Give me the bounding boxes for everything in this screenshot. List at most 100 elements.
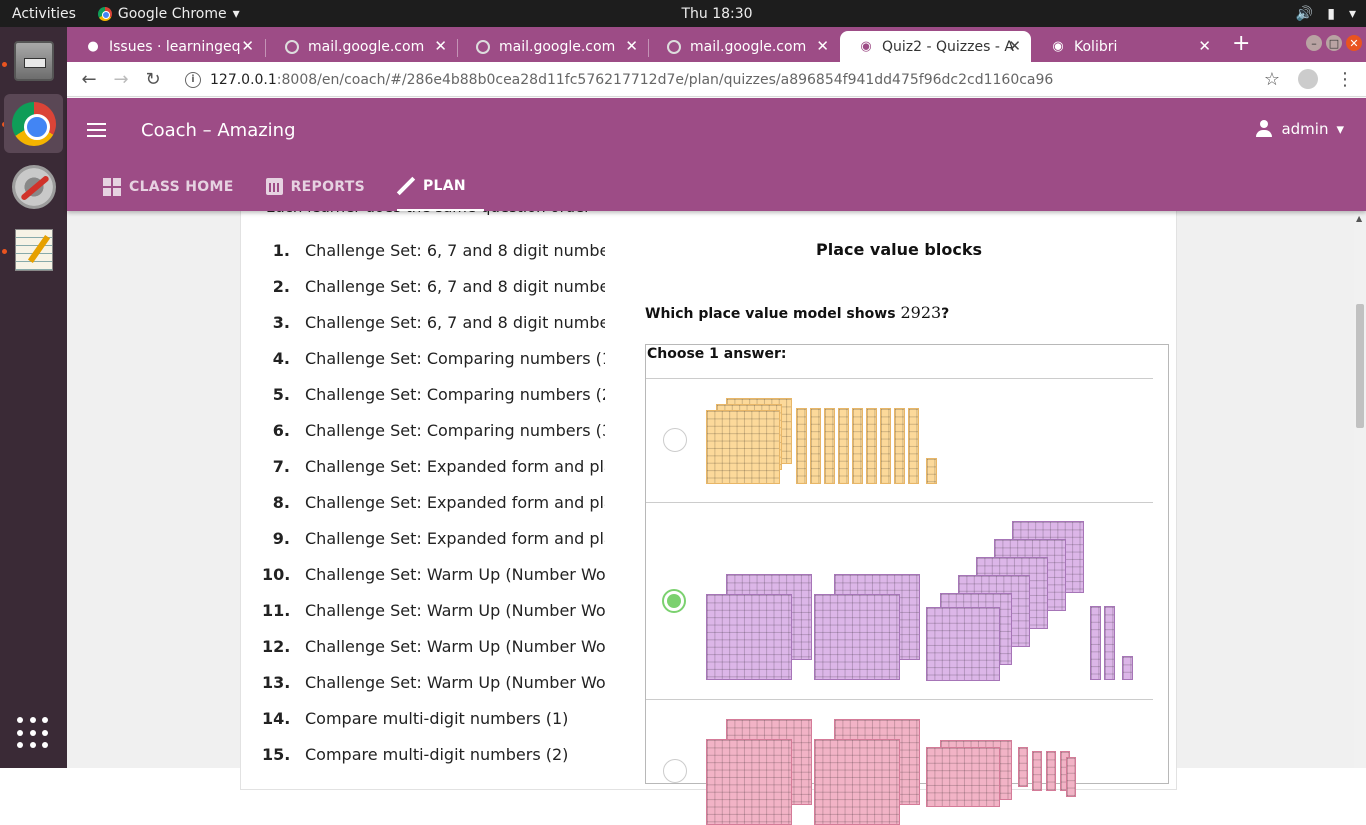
close-icon[interactable]: ✕	[1198, 37, 1211, 55]
new-tab-button[interactable]: +	[1232, 31, 1250, 56]
dock-text-editor[interactable]	[4, 220, 63, 279]
close-icon[interactable]: ✕	[434, 37, 447, 55]
forward-icon[interactable]: →	[105, 69, 137, 90]
github-icon: ●	[87, 39, 99, 54]
activities-button[interactable]: Activities	[12, 6, 76, 22]
answer-radio[interactable]	[663, 428, 687, 452]
choose-label: Choose 1 answer:	[647, 346, 787, 362]
list-item[interactable]: 5. Challenge Set: Comparing numbers (2)	[262, 376, 612, 412]
chrome-icon	[11, 101, 56, 146]
list-item[interactable]: 8. Challenge Set: Expanded form and place…	[262, 484, 612, 520]
question-number: 14.	[262, 708, 291, 728]
browser-tab[interactable]: mail.google.com ✕	[457, 31, 648, 62]
back-icon[interactable]: ←	[73, 69, 105, 90]
close-icon[interactable]: ✕	[1008, 37, 1021, 55]
app-bar: Coach – Amazing admin ▾ CLASS HOME REPOR…	[67, 98, 1366, 211]
question-number: 8.	[272, 492, 290, 512]
browser-tab[interactable]: ● Issues · learningeq ✕	[67, 31, 264, 62]
tab-title: mail.google.com	[690, 38, 807, 55]
close-window-icon[interactable]: ✕	[1346, 35, 1362, 51]
address-bar: ← → ↻ i 127.0.0.1:8008/en/coach/#/286e4b…	[67, 62, 1366, 97]
list-item[interactable]: 10. Challenge Set: Warm Up (Number Words)	[262, 556, 612, 592]
tab-plan[interactable]: PLAN	[396, 162, 484, 211]
close-icon[interactable]: ✕	[816, 37, 829, 55]
list-item[interactable]: 12. Challenge Set: Warm Up (Number Words)	[262, 628, 612, 664]
preview-title: Place value blocks	[815, 240, 982, 259]
tab-reports[interactable]: REPORTS	[265, 162, 383, 211]
browser-tab[interactable]: ◉ Kolibri ✕	[1032, 31, 1221, 62]
answer-choices: Choose 1 answer:	[645, 344, 1169, 825]
page-scrollbar[interactable]: ▲	[1354, 211, 1366, 768]
close-icon[interactable]: ✕	[241, 37, 254, 55]
reload-icon[interactable]: ↻	[137, 69, 169, 90]
question-title: Challenge Set: Comparing numbers (2)	[305, 384, 605, 404]
question-number: 3.	[272, 312, 290, 332]
list-item[interactable]: 7. Challenge Set: Expanded form and place…	[262, 448, 612, 484]
globe-icon	[475, 39, 491, 55]
settings-icon	[11, 164, 56, 209]
browser-tab[interactable]: mail.google.com ✕	[648, 31, 839, 62]
profile-icon[interactable]	[1298, 69, 1318, 89]
tab-title: mail.google.com	[308, 38, 425, 55]
question-title: Challenge Set: 6, 7 and 8 digit numbers	[305, 276, 605, 296]
list-item[interactable]: 6. Challenge Set: Comparing numbers (3)	[262, 412, 612, 448]
list-item[interactable]: 4. Challenge Set: Comparing numbers (1)	[262, 340, 612, 376]
system-tray[interactable]: 🔊 ▮ ▾	[1296, 6, 1356, 22]
user-menu[interactable]: admin ▾	[1255, 120, 1344, 138]
tab-class-home[interactable]: CLASS HOME	[103, 162, 252, 211]
question-title: Challenge Set: Warm Up (Number Words)	[305, 600, 605, 620]
chevron-down-icon: ▾	[232, 5, 240, 22]
dock-files[interactable]	[4, 31, 63, 90]
scrollbar-thumb[interactable]	[1356, 304, 1364, 428]
list-item[interactable]: 1. Challenge Set: 6, 7 and 8 digit number…	[262, 232, 612, 268]
browser-tab[interactable]: mail.google.com ✕	[266, 31, 457, 62]
url-input[interactable]: i 127.0.0.1:8008/en/coach/#/286e4b88b0ce…	[185, 66, 1255, 93]
close-icon[interactable]: ✕	[625, 37, 638, 55]
list-item[interactable]: 2. Challenge Set: 6, 7 and 8 digit number…	[262, 268, 612, 304]
prompt-end: ?	[941, 306, 950, 322]
question-title: Challenge Set: Comparing numbers (1)	[305, 348, 605, 368]
coach-nav-tabs: CLASS HOME REPORTS PLAN	[103, 162, 498, 211]
question-number: 5.	[272, 384, 290, 404]
tab-title: Issues · learningeq	[109, 38, 241, 55]
globe-icon	[284, 39, 300, 55]
window-controls: – □ ✕	[1306, 35, 1362, 51]
question-number: 9.	[272, 528, 290, 548]
minimize-icon[interactable]: –	[1306, 35, 1322, 51]
list-item[interactable]: 9. Challenge Set: Expanded form and place…	[262, 520, 612, 556]
maximize-icon[interactable]: □	[1326, 35, 1342, 51]
menu-dots-icon[interactable]: ⋮	[1336, 69, 1354, 90]
dock-settings[interactable]	[4, 157, 63, 216]
list-item[interactable]: 15. Compare multi-digit numbers (2)	[262, 736, 612, 772]
hamburger-menu-icon[interactable]	[87, 123, 106, 141]
system-top-bar: Activities Google Chrome ▾ Thu 18:30 🔊 ▮…	[0, 0, 1366, 27]
browser-tab-active[interactable]: ◉ Quiz2 - Quizzes - A ✕	[840, 31, 1031, 62]
chevron-down-icon: ▾	[1348, 5, 1356, 22]
tab-label: PLAN	[422, 177, 466, 194]
app-menu[interactable]: Google Chrome ▾	[97, 5, 240, 22]
list-item[interactable]: 11. Challenge Set: Warm Up (Number Words)	[262, 592, 612, 628]
question-list: 1. Challenge Set: 6, 7 and 8 digit number…	[262, 232, 612, 772]
answer-radio-selected[interactable]	[662, 589, 686, 613]
question-number: 4.	[272, 348, 290, 368]
answer-radio[interactable]	[663, 759, 687, 783]
list-item[interactable]: 3. Challenge Set: 6, 7 and 8 digit number…	[262, 304, 612, 340]
question-title: Challenge Set: Comparing numbers (3)	[305, 420, 605, 440]
show-applications-icon[interactable]	[17, 717, 49, 749]
text-editor-icon	[14, 228, 53, 271]
question-number: 1.	[272, 240, 290, 260]
dock-chrome[interactable]	[4, 94, 63, 153]
prompt-text: Which place value model shows	[645, 306, 901, 322]
question-number: 10.	[262, 564, 291, 584]
info-icon[interactable]: i	[185, 71, 201, 88]
bar-chart-icon	[265, 178, 283, 195]
dock	[0, 27, 67, 768]
tab-title: Quiz2 - Quizzes - A	[882, 38, 1014, 55]
pencil-icon	[397, 177, 415, 195]
list-item[interactable]: 13. Challenge Set: Warm Up (Number Words)	[262, 664, 612, 700]
question-number: 15.	[262, 744, 291, 764]
bookmark-star-icon[interactable]: ☆	[1264, 69, 1280, 90]
scroll-up-icon[interactable]: ▲	[1356, 214, 1362, 223]
question-prompt: Which place value model shows 2923?	[645, 303, 949, 322]
list-item[interactable]: 14. Compare multi-digit numbers (1)	[262, 700, 612, 736]
